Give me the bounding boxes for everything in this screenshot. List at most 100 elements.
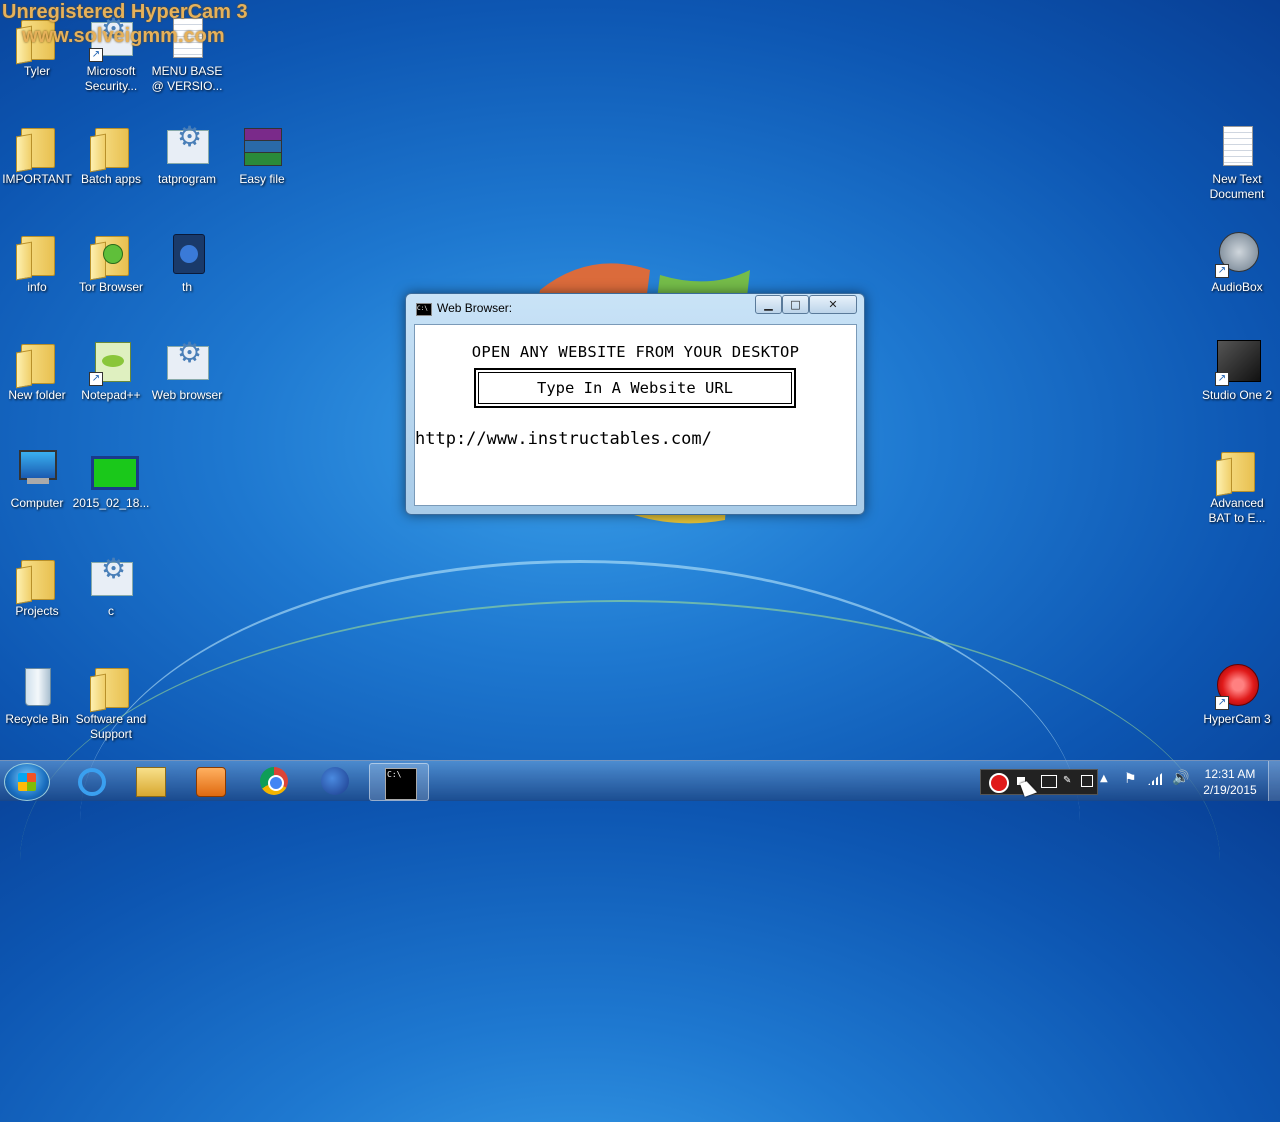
desktop-icon-computer[interactable]: Computer [0,446,76,511]
taskbar-command-prompt[interactable]: C:\ [369,763,429,801]
start-button[interactable] [4,763,50,801]
clock-time: 12:31 AM [1204,767,1256,781]
shortcut-arrow-icon: ↗ [89,48,103,62]
command-prompt-icon: C:\ [416,303,432,316]
desktop-icon-label: Advanced BAT to E... [1208,496,1266,525]
folder-icon [95,128,129,168]
desktop-icon-projects[interactable]: Projects [0,554,76,619]
desktop-icon-label: tatprogram [157,172,217,186]
desktop-icon-web-browser[interactable]: Web browser [148,338,226,403]
batch-file-icon [167,129,209,164]
shortcut-arrow-icon: ↗ [89,372,103,386]
desktop-icon-info[interactable]: info [0,230,76,295]
desktop-icon-label: Software and Support [75,712,147,741]
close-button[interactable]: ✕ [809,295,857,314]
folder-icon [21,236,55,276]
taskbar-internet-explorer[interactable] [61,763,119,799]
maximize-icon: □ [790,298,801,311]
folder-icon [21,560,55,600]
desktop-icon-video-file[interactable]: 2015_02_18... [72,446,150,511]
folder-icon [95,668,129,708]
window-mode-icon[interactable] [1081,775,1093,787]
desktop-icon-label: Microsoft Security... [84,64,138,93]
console-heading: OPEN ANY WEBSITE FROM YOUR DESKTOP [471,343,800,361]
folder-icon [1221,452,1255,492]
shortcut-arrow-icon: ↗ [1215,264,1229,278]
console-output[interactable]: OPEN ANY WEBSITE FROM YOUR DESKTOP Type … [414,324,857,506]
record-icon[interactable] [989,773,1009,793]
desktop-icon-label: Web browser [151,388,223,402]
desktop-icon-c[interactable]: c [72,554,150,619]
desktop-icon-easy-file[interactable]: Easy file [223,122,301,187]
taskbar-windows-explorer[interactable] [121,763,179,799]
firefox-icon [321,767,349,795]
desktop-icon-audiobox[interactable]: ↗ AudioBox [1198,230,1276,295]
desktop-icon-advanced-bat[interactable]: Advanced BAT to E... [1198,446,1276,526]
minimize-button[interactable]: ▁ [755,295,782,314]
desktop-icon-label: c [108,604,114,618]
taskbar-firefox[interactable] [306,763,364,799]
desktop-icon-new-text-document[interactable]: New Text Document [1198,122,1276,202]
taskbar-chrome[interactable] [245,763,303,799]
desktop-icon-th[interactable]: th [148,230,226,295]
watermark-line-1: Unregistered HyperCam 3 [2,1,248,23]
desktop-icon-label: 2015_02_18... [72,496,150,510]
minimize-icon: ▁ [764,298,773,311]
taskbar-media-player[interactable] [181,763,239,799]
url-prompt-box: Type In A Website URL [474,368,796,408]
screenshot-icon[interactable] [1041,775,1057,788]
window-title: Web Browser: [437,301,513,315]
desktop-icon-label: Notepad++ [81,388,141,402]
desktop-icon-tatprogram[interactable]: tatprogram [148,122,226,187]
media-player-icon [196,767,226,797]
desktop-icon-label: Studio One 2 [1201,388,1273,402]
internet-explorer-icon [78,768,106,796]
desktop-icon-label: MENU BASE @ VERSIO... [151,64,223,93]
desktop-icon-label: Tor Browser [78,280,143,294]
command-prompt-icon: C:\ [385,768,417,800]
desktop-icon-label: Projects [15,604,59,618]
folder-icon [21,128,55,168]
folder-icon [21,344,55,384]
wallpaper-swoosh-2 [20,600,1220,1122]
desktop-icon-recycle-bin[interactable]: Recycle Bin [0,662,76,727]
web-browser-console-window[interactable]: C:\ Web Browser: ▁ □ ✕ OPEN ANY WEBSITE … [405,293,865,515]
desktop-icon-notepad-plus-plus[interactable]: ↗ Notepad++ [72,338,150,403]
desktop-icon-new-folder[interactable]: New folder [0,338,76,403]
desktop-icon-label: IMPORTANT [2,172,72,186]
action-center-flag-icon[interactable]: ⚑ [1124,771,1137,787]
network-signal-icon[interactable] [1148,773,1162,785]
desktop-icon-software-and-support[interactable]: Software and Support [72,662,150,742]
batch-file-icon [167,345,209,380]
cursor-toggle-icon[interactable]: ✎ [1063,775,1075,787]
window-titlebar[interactable]: C:\ Web Browser: ▁ □ ✕ [406,294,864,322]
volume-icon[interactable]: 🔊 [1172,770,1189,786]
wallpaper-swoosh [80,560,1080,1083]
desktop-icon-label: Batch apps [80,172,142,186]
system-clock[interactable]: 12:31 AM 2/19/2015 [1195,766,1265,798]
desktop-icon-label: th [181,280,192,294]
show-hidden-icons-button[interactable]: ▲ [1100,773,1108,784]
desktop-icon-label: HyperCam 3 [1203,712,1271,726]
firefox-file-icon [173,234,205,274]
desktop-icon-important[interactable]: IMPORTANT [0,122,76,187]
url-input-text[interactable]: http://www.instructables.com/ [415,429,712,449]
hypercam-control-bar: ✎ [980,769,1098,795]
show-desktop-button[interactable] [1268,761,1280,801]
computer-icon [13,446,61,494]
desktop-icon-label: Recycle Bin [5,712,69,726]
desktop-icon-label: Computer [10,496,64,510]
shortcut-arrow-icon: ↗ [1215,696,1229,710]
desktop-icon-hypercam[interactable]: ↗ HyperCam 3 [1198,662,1276,727]
hypercam-watermark: Unregistered HyperCam 3 www.solveigmm.co… [2,0,248,48]
desktop-icon-label: Tyler [23,64,50,78]
desktop-icon-studio-one[interactable]: ↗ Studio One 2 [1198,338,1276,403]
desktop-icon-label: info [27,280,47,294]
desktop-icon-batch-apps[interactable]: Batch apps [72,122,150,187]
desktop-icon-tor-browser[interactable]: Tor Browser [72,230,150,295]
desktop-icon-label: AudioBox [1211,280,1263,294]
maximize-button[interactable]: □ [782,295,809,314]
watermark-line-2: www.solveigmm.com [22,25,225,47]
clock-date: 2/19/2015 [1203,783,1257,797]
recycle-bin-icon [25,668,51,706]
